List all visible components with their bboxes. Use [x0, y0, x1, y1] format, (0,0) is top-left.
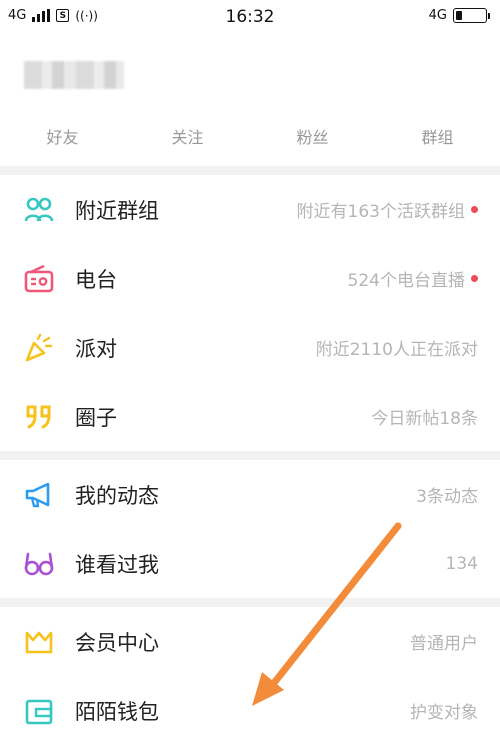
menu-label: 派对	[75, 336, 117, 361]
menu-item-visitors[interactable]: 谁看过我 134	[0, 529, 500, 598]
stat-following[interactable]: 关注	[125, 108, 250, 166]
section-divider	[0, 166, 500, 175]
people-icon	[21, 192, 57, 228]
quote-icon	[21, 399, 57, 435]
status-right: 4G	[429, 8, 490, 23]
menu-detail-wrap: 普通用户	[410, 629, 478, 654]
menu-detail: 今日新帖18条	[371, 409, 478, 429]
menu-item-my-moments[interactable]: 我的动态 3条动态	[0, 460, 500, 529]
profile-header[interactable]	[0, 36, 500, 108]
menu-detail: 普通用户	[410, 634, 478, 654]
menu-label: 圈子	[75, 405, 117, 430]
stat-fans[interactable]: 粉丝	[250, 108, 375, 166]
menu-detail: 524个电台直播	[347, 271, 465, 291]
menu-detail-wrap: 524个电台直播	[348, 266, 478, 291]
menu-label: 谁看过我	[75, 552, 159, 577]
notification-dot	[471, 206, 478, 213]
notification-dot	[471, 275, 478, 282]
menu-label: 附近群组	[75, 198, 159, 223]
glasses-icon	[21, 546, 57, 582]
menu-item-vip-center[interactable]: 会员中心 普通用户	[0, 607, 500, 676]
section-divider	[0, 598, 500, 607]
menu-detail: 附近2110人正在派对	[315, 340, 478, 360]
network-type-right: 4G	[428, 8, 447, 23]
menu-label: 会员中心	[75, 630, 159, 655]
menu-item-circle[interactable]: 圈子 今日新帖18条	[0, 382, 500, 451]
menu-detail-wrap: 附近2110人正在派对	[316, 335, 478, 360]
menu-label: 电台	[75, 267, 117, 292]
stat-groups[interactable]: 群组	[375, 108, 500, 166]
menu-detail: 3条动态	[416, 487, 478, 507]
crown-icon	[21, 624, 57, 660]
battery-icon	[453, 8, 490, 23]
menu-item-nearby-groups[interactable]: 附近群组 附近有163个活跃群组	[0, 175, 500, 244]
stats-bar: 好友 关注 粉丝 群组	[0, 108, 500, 166]
menu-detail: 附近有163个活跃群组	[296, 202, 465, 222]
menu-detail-wrap: 3条动态	[416, 482, 478, 507]
menu-detail-wrap: 附近有163个活跃群组	[297, 197, 478, 222]
megaphone-icon	[21, 477, 57, 513]
section-divider	[0, 451, 500, 460]
radio-icon	[21, 261, 57, 297]
menu-detail-wrap: 今日新帖18条	[371, 404, 478, 429]
status-bar: 4G S ((·)) 16:32 4G	[0, 0, 500, 36]
menu-detail: 134	[445, 553, 478, 574]
menu-item-party[interactable]: 派对 附近2110人正在派对	[0, 313, 500, 382]
party-horn-icon	[21, 330, 57, 366]
menu-item-radio[interactable]: 电台 524个电台直播	[0, 244, 500, 313]
blurred-username	[24, 61, 124, 89]
status-time: 16:32	[225, 7, 275, 27]
menu-detail-wrap: 134	[446, 554, 478, 574]
menu-label: 我的动态	[75, 483, 159, 508]
stat-friends[interactable]: 好友	[0, 108, 125, 166]
